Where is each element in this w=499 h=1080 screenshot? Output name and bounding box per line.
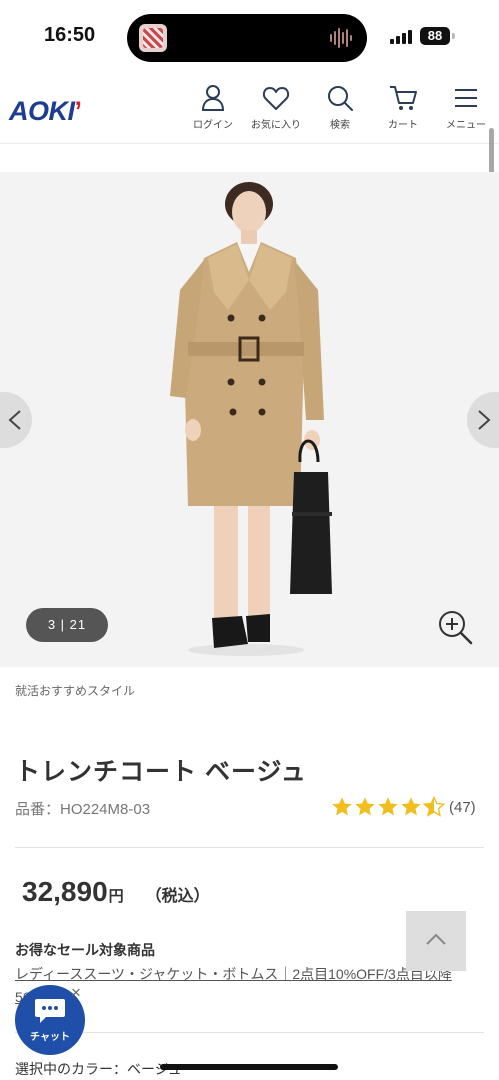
star-icon [401,797,421,816]
cart-icon [390,86,417,110]
half-star-icon [423,796,445,817]
favorites-button[interactable]: お気に入り [246,84,306,131]
search-button[interactable]: 検索 [310,84,370,131]
menu-label: メニュー [446,120,486,131]
aoki-logo[interactable]: AOKI’ [9,96,82,127]
heart-icon [262,87,290,110]
chat-label: チャット [30,1032,70,1043]
status-time: 16:50 [44,24,96,46]
status-bar: 16:50 88 [0,0,499,72]
menu-button[interactable]: メニュー [436,84,496,131]
cart-label: カート [388,120,418,131]
rating-stars[interactable]: (47) [331,795,476,819]
star-icon [332,797,352,816]
menu-icon [455,89,477,107]
now-playing-thumbnail [139,24,167,52]
product-image-gallery[interactable]: 3 | 21 [0,172,499,667]
login-label: ログイン [193,120,233,131]
battery-level: 88 [420,27,450,45]
model-in-trench-coat-image [0,172,499,667]
home-indicator[interactable] [160,1064,338,1070]
product-sku: 品番：HO224M8-03 [15,801,151,818]
favorites-label: お気に入り [251,120,301,131]
signal-icon [390,30,412,44]
star-icon [378,797,398,816]
back-to-top-button[interactable] [406,911,466,971]
battery-tip [452,33,455,39]
price-currency: 円 [108,888,124,905]
user-icon [201,85,225,111]
sale-title: お得なセール対象商品 [15,942,155,958]
tax-label: （税込） [145,888,210,905]
logo-text: AOKI [9,96,75,126]
selected-color: 選択中のカラー：ベージュ [15,1061,182,1077]
product-title: トレンチコート ベージュ [15,758,307,786]
chevron-right-icon [478,410,491,430]
divider [15,847,484,848]
dynamic-island [127,14,367,62]
chevron-left-icon [8,410,21,430]
image-counter: 3 | 21 [26,608,108,642]
price-value: 32,890 [22,876,108,907]
review-count[interactable]: (47) [449,799,476,816]
divider [15,1032,484,1033]
search-label: 検索 [330,120,350,131]
search-icon [328,86,353,111]
cart-button[interactable]: カート [373,84,433,131]
site-header: AOKI’ ログイン お気に入り 検索 カート メニュー [0,72,499,144]
login-button[interactable]: ログイン [183,84,243,131]
price-row: 32,890 円 （税込） [22,876,210,908]
zoom-in-icon[interactable] [436,608,474,646]
star-icon [355,797,375,816]
category-label: 就活おすすめスタイル [15,684,136,698]
audio-wave-icon [330,28,352,48]
close-chat-button[interactable]: × [66,983,86,1003]
chat-bubble-icon [35,999,65,1023]
chevron-up-icon [426,933,446,945]
logo-accent: ’ [74,96,83,126]
